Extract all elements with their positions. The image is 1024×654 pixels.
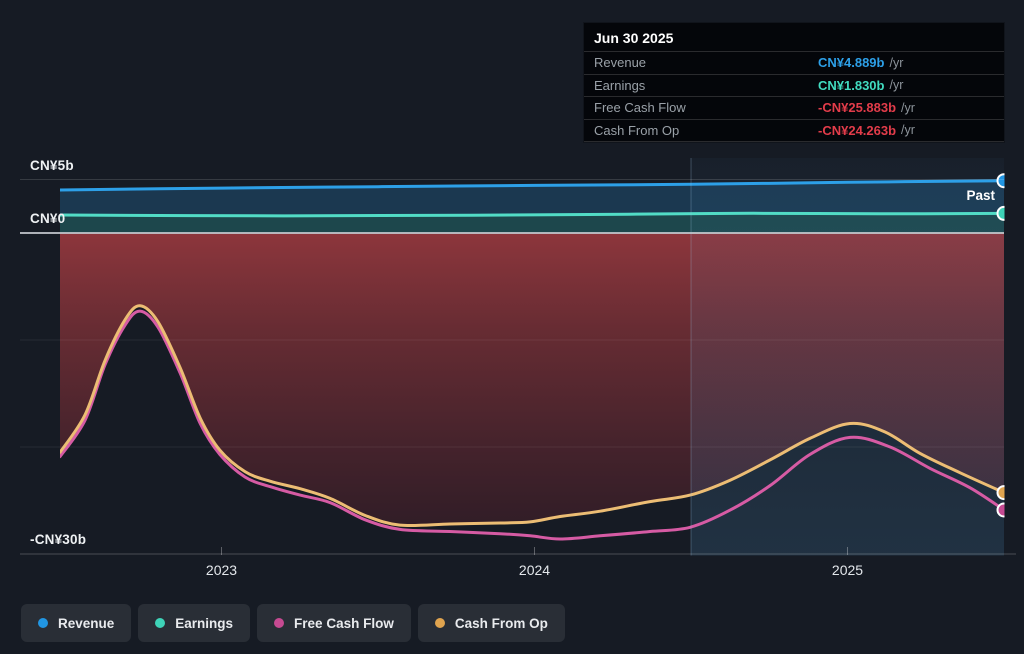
tooltip-panel: Jun 30 2025 Revenue CN¥4.889b /yr Earnin… xyxy=(583,22,1005,143)
tooltip-row-suffix: /yr xyxy=(889,78,903,92)
tooltip-row-suffix: /yr xyxy=(889,56,903,70)
legend-bar: Revenue Earnings Free Cash Flow Cash Fro… xyxy=(21,604,565,642)
tooltip-date: Jun 30 2025 xyxy=(584,23,1004,52)
legend-item-label: Earnings xyxy=(175,616,233,631)
plot-area xyxy=(59,158,1011,556)
earnings-color-dot-icon xyxy=(155,618,165,628)
tooltip-row-value: -CN¥24.263b xyxy=(818,123,896,138)
tooltip-row-label: Revenue xyxy=(594,55,818,70)
x-tick-label-2024: 2024 xyxy=(519,562,550,578)
legend-item-label: Cash From Op xyxy=(455,616,548,631)
x-tick-label-2023: 2023 xyxy=(206,562,237,578)
legend-item-label: Free Cash Flow xyxy=(294,616,394,631)
free-cash-flow-color-dot-icon xyxy=(274,618,284,628)
y-axis-label-0: CN¥0 xyxy=(30,211,65,226)
x-tick-label-2025: 2025 xyxy=(832,562,863,578)
free_cash_flow-end-marker xyxy=(998,503,1011,516)
revenue-end-marker xyxy=(998,174,1011,187)
legend-item-cash-from-op[interactable]: Cash From Op xyxy=(418,604,565,642)
tooltip-row-label: Cash From Op xyxy=(594,123,818,138)
legend-item-free-cash-flow[interactable]: Free Cash Flow xyxy=(257,604,411,642)
tooltip-row-label: Earnings xyxy=(594,78,818,93)
recent-period-highlight xyxy=(691,158,1004,556)
legend-item-label: Revenue xyxy=(58,616,114,631)
y-axis-label-neg30b: -CN¥30b xyxy=(30,532,86,547)
tooltip-row-label: Free Cash Flow xyxy=(594,100,818,115)
tooltip-row-value: CN¥1.830b xyxy=(818,78,884,93)
cash_from_op-end-marker xyxy=(998,486,1011,499)
earnings-end-marker xyxy=(998,207,1011,220)
tooltip-row-suffix: /yr xyxy=(901,101,915,115)
legend-item-revenue[interactable]: Revenue xyxy=(21,604,131,642)
legend-item-earnings[interactable]: Earnings xyxy=(138,604,250,642)
chart-panel: CN¥5b CN¥0 -CN¥30b 2023 2024 2025 Past J… xyxy=(0,0,1024,654)
tooltip-row-cash-from-op: Cash From Op -CN¥24.263b /yr xyxy=(584,120,1004,143)
cash-from-op-color-dot-icon xyxy=(435,618,445,628)
tooltip-row-earnings: Earnings CN¥1.830b /yr xyxy=(584,75,1004,98)
tooltip-row-value: -CN¥25.883b xyxy=(818,100,896,115)
revenue-color-dot-icon xyxy=(38,618,48,628)
tooltip-row-value: CN¥4.889b xyxy=(818,55,884,70)
tooltip-row-revenue: Revenue CN¥4.889b /yr xyxy=(584,52,1004,75)
y-axis-label-5b: CN¥5b xyxy=(30,158,74,173)
past-period-label: Past xyxy=(950,188,995,203)
tooltip-row-free-cash-flow: Free Cash Flow -CN¥25.883b /yr xyxy=(584,97,1004,120)
tooltip-row-suffix: /yr xyxy=(901,123,915,137)
